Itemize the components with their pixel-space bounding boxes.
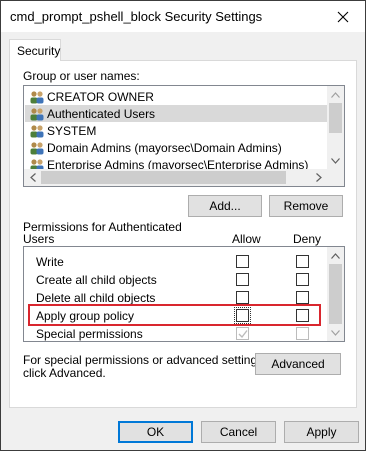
scrollbar-corner: [327, 169, 344, 186]
users-icon: [30, 141, 44, 154]
scroll-right-arrow-icon[interactable]: [310, 169, 327, 186]
allow-checkbox[interactable]: [236, 291, 249, 304]
tab-security[interactable]: Security: [9, 39, 61, 61]
ok-button[interactable]: OK: [118, 421, 193, 443]
list-item-system[interactable]: SYSTEM: [25, 122, 327, 139]
list-item-label: Domain Admins (mayorsec\Domain Admins): [47, 140, 282, 155]
permissions-list: Write Create all child objects Delete al…: [23, 246, 345, 342]
scroll-left-arrow-icon[interactable]: [24, 169, 41, 186]
deny-checkbox[interactable]: [296, 291, 309, 304]
group-user-list[interactable]: CREATOR OWNER Authenticated Users SYSTEM…: [23, 85, 345, 187]
scroll-up-arrow-icon[interactable]: [327, 247, 344, 264]
list-item-label: SYSTEM: [47, 123, 97, 138]
remove-button-label: Remove: [283, 199, 329, 213]
window-title: cmd_prompt_pshell_block Security Setting…: [10, 9, 263, 24]
title-bar: cmd_prompt_pshell_block Security Setting…: [1, 1, 365, 32]
add-button-label: Add...: [209, 199, 241, 213]
scroll-thumb[interactable]: [329, 264, 342, 324]
list-item-creator-owner[interactable]: CREATOR OWNER: [25, 88, 327, 105]
allow-checkbox[interactable]: [236, 255, 249, 268]
cancel-button-label: Cancel: [219, 425, 258, 439]
advanced-button[interactable]: Advanced: [255, 353, 341, 375]
allow-checkbox[interactable]: [236, 273, 249, 286]
permission-row-create-child: Create all child objects: [24, 270, 329, 288]
users-icon: [30, 90, 44, 103]
allow-column-header: Allow: [232, 232, 261, 246]
group-list-vertical-scrollbar[interactable]: [327, 86, 344, 169]
apply-group-policy-highlight-box: [28, 304, 321, 326]
advanced-button-label: Advanced: [271, 357, 325, 371]
security-settings-dialog: cmd_prompt_pshell_block Security Setting…: [0, 0, 366, 451]
deny-checkbox[interactable]: [296, 273, 309, 286]
deny-checkbox: [296, 327, 309, 340]
scroll-down-arrow-icon[interactable]: [327, 324, 344, 341]
scroll-up-arrow-icon[interactable]: [327, 86, 344, 103]
apply-button-label: Apply: [306, 425, 337, 439]
close-icon: [337, 11, 349, 22]
close-button[interactable]: [321, 1, 365, 32]
permissions-label-line2: Users: [23, 232, 55, 246]
users-icon: [30, 107, 44, 120]
scroll-thumb[interactable]: [329, 103, 342, 133]
cancel-button[interactable]: Cancel: [201, 421, 276, 443]
scroll-thumb[interactable]: [41, 171, 286, 184]
users-icon: [30, 124, 44, 137]
permissions-vertical-scrollbar[interactable]: [327, 247, 344, 341]
advanced-hint-line1: For special permissions or advanced sett…: [23, 353, 267, 367]
advanced-hint-line2: click Advanced.: [23, 366, 106, 380]
deny-checkbox[interactable]: [296, 255, 309, 268]
permission-name: Delete all child objects: [36, 291, 156, 305]
add-button[interactable]: Add...: [188, 195, 262, 217]
list-item-authenticated-users[interactable]: Authenticated Users: [25, 105, 327, 122]
list-item-label: Authenticated Users: [47, 106, 156, 121]
scroll-down-arrow-icon[interactable]: [327, 152, 344, 169]
permission-row-special: Special permissions: [24, 324, 329, 341]
group-names-label: Group or user names:: [23, 69, 140, 83]
remove-button[interactable]: Remove: [269, 195, 343, 217]
permission-name: Create all child objects: [36, 273, 157, 287]
checkmark-icon: [238, 330, 248, 339]
ok-button-label: OK: [146, 425, 165, 439]
group-list-horizontal-scrollbar[interactable]: [24, 169, 344, 186]
list-item-label: CREATOR OWNER: [47, 89, 154, 104]
permission-row-write: Write: [24, 252, 329, 270]
apply-button[interactable]: Apply: [284, 421, 359, 443]
deny-column-header: Deny: [293, 232, 322, 246]
permission-name: Write: [36, 255, 64, 269]
tab-security-label: Security: [17, 44, 61, 58]
allow-checkbox-checked: [236, 327, 249, 340]
list-item-domain-admins[interactable]: Domain Admins (mayorsec\Domain Admins): [25, 139, 327, 156]
permission-name: Special permissions: [36, 327, 143, 341]
